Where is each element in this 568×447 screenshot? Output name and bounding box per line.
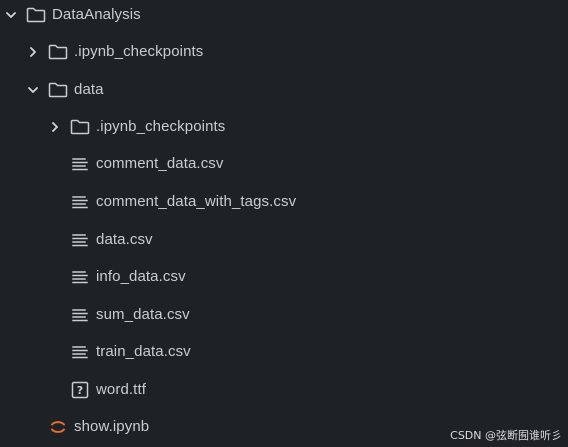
text-file-icon (70, 306, 90, 324)
text-file-icon (70, 155, 90, 173)
tree-folder-row[interactable]: data (0, 71, 568, 108)
folder-icon (48, 43, 68, 61)
chevron-down-icon[interactable] (4, 8, 18, 22)
text-file-icon (70, 193, 90, 211)
tree-file-row[interactable]: comment_data.csv (0, 145, 568, 182)
tree-item-label: sum_data.csv (96, 306, 190, 323)
tree-item-label: data.csv (96, 231, 153, 248)
text-file-icon (70, 268, 90, 286)
tree-item-label: info_data.csv (96, 268, 186, 285)
svg-text:?: ? (77, 384, 83, 397)
tree-folder-row[interactable]: DataAnalysis (0, 0, 568, 33)
watermark: CSDN @弦断囿谁听彡 (450, 429, 562, 442)
tree-file-row[interactable]: sum_data.csv (0, 296, 568, 333)
tree-file-row[interactable]: comment_data_with_tags.csv (0, 183, 568, 220)
text-file-icon (70, 231, 90, 249)
tree-folder-row[interactable]: .ipynb_checkpoints (0, 33, 568, 70)
chevron-right-icon[interactable] (48, 120, 62, 134)
jupyter-notebook-icon (48, 418, 68, 436)
tree-file-row[interactable]: ? word.ttf (0, 371, 568, 408)
tree-file-row[interactable]: info_data.csv (0, 258, 568, 295)
tree-item-label: train_data.csv (96, 343, 191, 360)
tree-folder-row[interactable]: .ipynb_checkpoints (0, 108, 568, 145)
tree-item-label: data (74, 81, 104, 98)
chevron-down-icon[interactable] (26, 83, 40, 97)
tree-file-row[interactable]: data.csv (0, 221, 568, 258)
folder-icon (70, 118, 90, 136)
tree-item-label: DataAnalysis (52, 6, 141, 23)
unknown-file-icon: ? (70, 381, 90, 399)
tree-item-label: .ipynb_checkpoints (96, 118, 226, 135)
tree-item-label: word.ttf (96, 381, 146, 398)
file-tree: DataAnalysis .ipynb_checkpoints data .ipynb… (0, 0, 568, 447)
folder-icon (48, 81, 68, 99)
tree-item-label: comment_data.csv (96, 155, 224, 172)
tree-item-label: show.ipynb (74, 418, 150, 435)
tree-file-row[interactable]: train_data.csv (0, 333, 568, 370)
tree-item-label: comment_data_with_tags.csv (96, 193, 297, 210)
text-file-icon (70, 343, 90, 361)
folder-icon (26, 6, 46, 24)
tree-item-label: .ipynb_checkpoints (74, 43, 204, 60)
chevron-right-icon[interactable] (26, 45, 40, 59)
